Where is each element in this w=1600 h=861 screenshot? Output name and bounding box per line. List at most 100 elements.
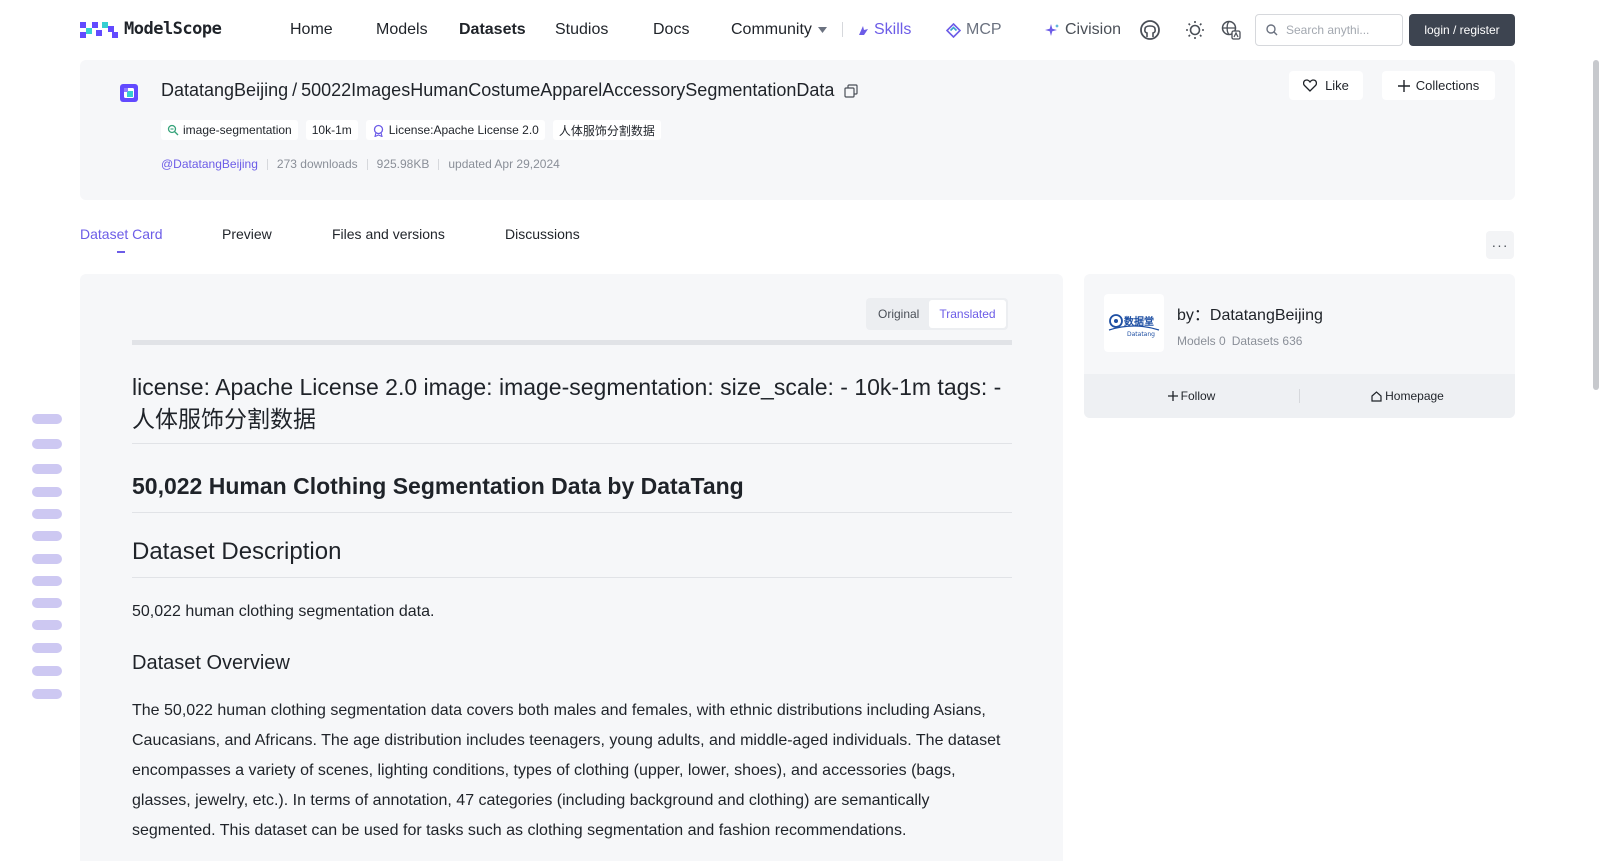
meta-separator [266, 158, 268, 170]
tag-task[interactable]: image-segmentation [161, 120, 298, 140]
tag-list: image-segmentation 10k-1m License:Apache… [161, 120, 661, 140]
dataset-card-panel: Original Translated license: Apache Lice… [80, 274, 1063, 861]
tag-custom[interactable]: 人体服饰分割数据 [552, 120, 661, 140]
homepage-label: Homepage [1385, 389, 1444, 403]
toc-item[interactable] [32, 439, 62, 449]
org-models-count[interactable]: Models 0 [1177, 334, 1226, 348]
heart-icon [1303, 79, 1318, 92]
org-avatar[interactable]: 数据堂 Datatang [1104, 294, 1164, 352]
tab-files-and-versions[interactable]: Files and versions [332, 226, 445, 242]
dataset-title: DatatangBeijing / 50022ImagesHumanCostum… [161, 80, 859, 101]
toc-item[interactable] [32, 620, 62, 630]
follow-button[interactable]: Follow [1084, 389, 1299, 403]
toc-item[interactable] [32, 487, 62, 497]
mcp-icon [946, 22, 961, 38]
overview-text: The 50,022 human clothing segmentation d… [132, 702, 1001, 839]
heading-divider [132, 577, 1012, 578]
toc-item[interactable] [32, 689, 62, 699]
toc-item[interactable] [32, 643, 62, 653]
tab-dataset-card[interactable]: Dataset Card [80, 226, 162, 242]
dataset-owner-link[interactable]: DatatangBeijing [161, 80, 288, 101]
datatang-logo: 数据堂 Datatang [1108, 314, 1160, 338]
sparkle-icon [1045, 23, 1059, 36]
svg-text:数据堂: 数据堂 [1124, 315, 1154, 328]
nav-mcp[interactable]: MCP [946, 21, 1002, 39]
description-text: 50,022 human clothing segmentation data. [132, 603, 435, 620]
nav-skills-label: Skills [874, 21, 912, 38]
logo-text: ModelScope [124, 19, 222, 39]
org-actions: Follow Homepage [1084, 374, 1515, 418]
toc-item[interactable] [32, 576, 62, 586]
tab-discussions[interactable]: Discussions [505, 226, 580, 242]
card-title: 50,022 Human Clothing Segmentation Data … [132, 473, 744, 499]
nav-civision[interactable]: Civision [1045, 21, 1121, 39]
toggle-original[interactable]: Original [868, 300, 929, 328]
scrollbar-thumb[interactable] [1593, 60, 1599, 390]
toc-item[interactable] [32, 666, 62, 676]
nav-datasets[interactable]: Datasets [459, 21, 526, 39]
toggle-translated[interactable]: Translated [929, 300, 1006, 328]
caret-down-icon [817, 27, 827, 33]
updated-date: updated Apr 29,2024 [448, 157, 560, 171]
search-icon [1266, 24, 1278, 36]
toc-item[interactable] [32, 509, 62, 519]
license-badge-icon [373, 124, 383, 137]
dataset-header-card: DatatangBeijing / 50022ImagesHumanCostum… [80, 60, 1515, 200]
org-datasets-count[interactable]: Datasets 636 [1232, 334, 1303, 348]
tag-license[interactable]: License:Apache License 2.0 [365, 120, 545, 140]
tag-license-label: License:Apache License 2.0 [388, 123, 539, 137]
language-icon[interactable] [1220, 19, 1242, 41]
title-slash: / [292, 80, 298, 100]
section-heading-overview: Dataset Overview [132, 652, 290, 674]
tag-task-label: image-segmentation [183, 123, 292, 137]
copy-icon[interactable] [844, 83, 859, 98]
org-name[interactable]: by：DatatangBeijing [1177, 301, 1323, 325]
like-button[interactable]: Like [1289, 71, 1363, 100]
organization-card: 数据堂 Datatang by：DatatangBeijing Models 0… [1084, 274, 1515, 418]
toc-item[interactable] [32, 414, 62, 424]
heading-divider [132, 512, 1012, 513]
nav-community[interactable]: Community [731, 21, 827, 39]
plus-icon [1397, 79, 1410, 92]
tag-size[interactable]: 10k-1m [305, 120, 358, 140]
author-link[interactable]: @DatatangBeijing [161, 157, 258, 171]
front-matter-divider [132, 340, 1012, 345]
heading-divider [132, 443, 1012, 444]
active-tab-indicator [117, 251, 125, 253]
nav-mcp-label: MCP [966, 21, 1002, 38]
nav-divider [842, 22, 843, 37]
nav-home[interactable]: Home [290, 21, 333, 39]
toc-item[interactable] [32, 531, 62, 541]
more-options-button[interactable]: ··· [1486, 231, 1514, 259]
org-stats: Models 0 Datasets 636 [1177, 334, 1302, 348]
download-count: 273 downloads [276, 157, 358, 171]
collections-button[interactable]: Collections [1382, 71, 1495, 100]
tab-preview[interactable]: Preview [222, 226, 272, 242]
modelscope-logo[interactable]: ModelScope [80, 18, 222, 40]
github-icon[interactable] [1139, 19, 1161, 41]
segmentation-icon [167, 124, 179, 136]
dataset-meta: @DatatangBeijing 273 downloads 925.98KB … [161, 157, 560, 171]
nav-skills[interactable]: Skills [857, 21, 911, 39]
meta-separator [438, 158, 440, 170]
toc-item[interactable] [32, 464, 62, 474]
collections-label: Collections [1415, 78, 1480, 93]
front-matter-heading: license: Apache License 2.0 image: image… [132, 374, 1002, 432]
nav-models[interactable]: Models [376, 21, 428, 39]
login-register-button[interactable]: login / register [1409, 14, 1515, 46]
follow-label: Follow [1180, 389, 1216, 403]
homepage-button[interactable]: Homepage [1300, 389, 1515, 403]
nav-docs[interactable]: Docs [653, 21, 689, 39]
dataset-icon [120, 84, 138, 102]
search-box[interactable] [1255, 14, 1403, 46]
theme-sun-icon[interactable] [1184, 19, 1206, 41]
modelscope-logo-icon [80, 22, 118, 38]
home-icon [1371, 390, 1382, 402]
toc-item[interactable] [32, 598, 62, 608]
search-input[interactable] [1286, 23, 1396, 37]
markdown-content: license: Apache License 2.0 image: image… [132, 340, 1012, 846]
like-label: Like [1325, 78, 1349, 93]
toc-item[interactable] [32, 554, 62, 564]
nav-studios[interactable]: Studios [555, 21, 608, 39]
ellipsis-icon: ··· [1491, 237, 1509, 253]
